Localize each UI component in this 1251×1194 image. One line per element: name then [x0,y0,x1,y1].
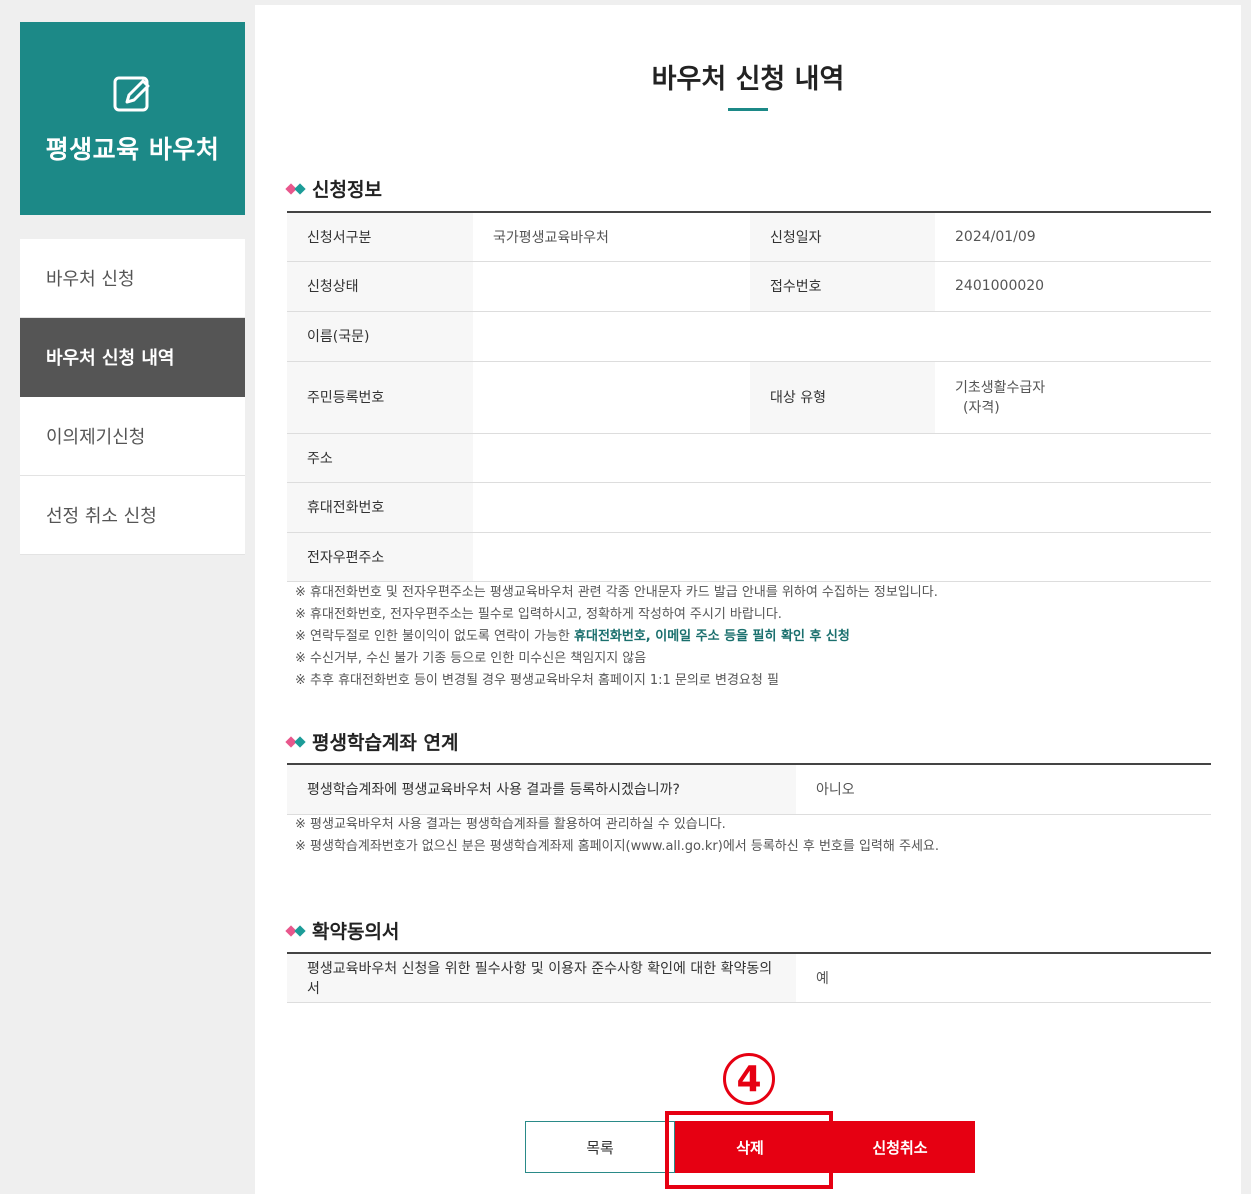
section-heading-account-link: 평생학습계좌 연계 [285,728,459,755]
cell-label: 이름(국문) [287,311,473,362]
table-row: 주민등록번호 대상 유형 기초생활수급자 (자격) [287,361,1211,434]
edit-icon [113,76,149,111]
account-link-table: 평생학습계좌에 평생교육바우처 사용 결과를 등록하시겠습니까? 아니오 [287,763,1211,815]
page-title: 바우처 신청 내역 [651,64,845,95]
note-line: ※ 평생교육바우처 사용 결과는 평생학습계좌를 활용하여 관리하실 수 있습니… [295,817,726,832]
cell-label: 접수번호 [750,261,935,312]
cell-value [473,261,750,312]
cell-value: 예 [796,953,1211,1003]
note-emphasis: 휴대전화번호, 이메일 주소 등을 필히 확인 후 신청 [574,629,850,644]
cell-label: 주민등록번호 [287,361,473,434]
cell-value: 2024/01/09 [935,212,1211,262]
note-line: ※ 휴대전화번호, 전자우편주소는 필수로 입력하시고, 정확하게 작성하여 주… [295,607,782,622]
cell-value-target-type: 기초생활수급자 (자격) [935,361,1211,434]
section-title: 평생학습계좌 연계 [312,732,459,754]
cell-value [473,532,1211,582]
target-type-qualifier: (자격) [963,400,1000,416]
cell-value [473,482,1211,533]
diamond-bullet-icon [285,182,306,195]
sidebar: 평생교육 바우처 바우처 신청 바우처 신청 내역 이의제기신청 선정 취소 신… [20,22,245,555]
cell-label: 신청상태 [287,261,473,312]
cell-value: 국가평생교육바우처 [473,212,750,262]
cell-value: 2401000020 [935,261,1211,312]
sidebar-header: 평생교육 바우처 [20,22,245,215]
sidebar-item-application-history[interactable]: 바우처 신청 내역 [20,318,245,397]
cell-label: 전자우편주소 [287,532,473,582]
step-number: 4 [723,1053,775,1105]
sidebar-item-voucher-apply[interactable]: 바우처 신청 [20,239,245,318]
account-link-notes: ※ 평생교육바우처 사용 결과는 평생학습계좌를 활용하여 관리하실 수 있습니… [295,814,939,858]
list-button[interactable]: 목록 [525,1121,675,1173]
cell-value: 아니오 [796,764,1211,815]
cell-value [473,361,750,434]
cell-label: 신청서구분 [287,212,473,262]
section-title: 신청정보 [312,179,382,201]
cell-label: 신청일자 [750,212,935,262]
table-row: 평생학습계좌에 평생교육바우처 사용 결과를 등록하시겠습니까? 아니오 [287,764,1211,815]
section-heading-application-info: 신청정보 [285,175,382,202]
table-row: 평생교육바우처 신청을 위한 필수사항 및 이용자 준수사항 확인에 대한 확약… [287,953,1211,1003]
main-panel: 바우처 신청 내역 신청정보 신청서구분 국가평생교육바우처 신청일자 2024… [255,5,1241,1194]
section-title: 확약동의서 [312,921,400,943]
sidebar-title: 평생교육 바우처 [45,134,220,164]
application-info-table: 신청서구분 국가평생교육바우처 신청일자 2024/01/09 신청상태 접수번… [287,211,1211,582]
cell-value [473,433,1211,483]
cell-label: 휴대전화번호 [287,482,473,533]
cell-label: 주소 [287,433,473,483]
cell-label: 평생교육바우처 신청을 위한 필수사항 및 이용자 준수사항 확인에 대한 확약… [287,953,796,1003]
sidebar-menu: 바우처 신청 바우처 신청 내역 이의제기신청 선정 취소 신청 [20,239,245,555]
target-type-text: 기초생활수급자 [955,380,1046,396]
cell-label: 평생학습계좌에 평생교육바우처 사용 결과를 등록하시겠습니까? [287,764,796,815]
table-row: 전자우편주소 [287,532,1211,582]
note-line: ※ 수신거부, 수신 불가 기종 등으로 인한 미수신은 책임지지 않음 [295,651,647,666]
note-line: ※ 추후 휴대전화번호 등이 변경될 경우 평생교육바우처 홈페이지 1:1 문… [295,673,779,688]
sidebar-item-cancel-selection[interactable]: 선정 취소 신청 [20,476,245,555]
sidebar-item-objection[interactable]: 이의제기신청 [20,397,245,476]
table-row: 신청상태 접수번호 2401000020 [287,261,1211,312]
cancel-application-button[interactable]: 신청취소 [825,1121,975,1173]
diamond-bullet-icon [285,924,306,937]
table-row: 주소 [287,433,1211,483]
cell-label: 대상 유형 [750,361,935,434]
note-line: ※ 휴대전화번호 및 전자우편주소는 평생교육바우처 관련 각종 안내문자 카드… [295,585,938,600]
table-row: 휴대전화번호 [287,482,1211,533]
section-heading-agreement: 확약동의서 [285,917,400,944]
agreement-table: 평생교육바우처 신청을 위한 필수사항 및 이용자 준수사항 확인에 대한 확약… [287,952,1211,1003]
table-row: 신청서구분 국가평생교육바우처 신청일자 2024/01/09 [287,212,1211,262]
cell-value [473,311,1211,362]
title-underline [728,108,768,111]
note-line: ※ 평생학습계좌번호가 없으신 분은 평생학습계좌제 홈페이지(www.all.… [295,839,939,854]
note-line: ※ 연락두절로 인한 불이익이 없도록 연락이 가능한 휴대전화번호, 이메일 … [295,629,850,644]
table-row: 이름(국문) [287,311,1211,362]
application-notes: ※ 휴대전화번호 및 전자우편주소는 평생교육바우처 관련 각종 안내문자 카드… [295,582,938,692]
step-marker: 4 [721,1051,777,1107]
diamond-bullet-icon [285,735,306,748]
highlight-box [665,1111,833,1189]
